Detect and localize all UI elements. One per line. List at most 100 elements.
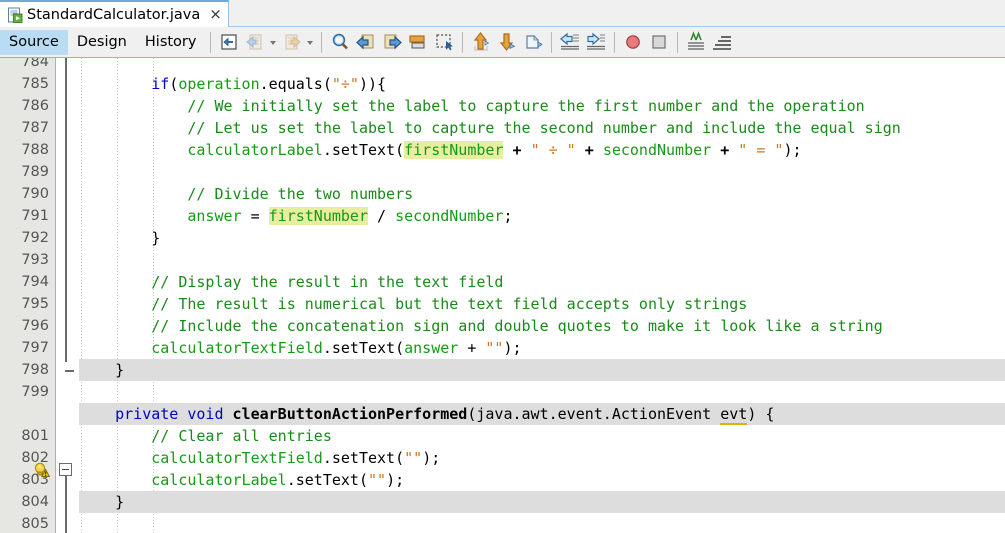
code-line[interactable] (79, 58, 1005, 73)
line-number[interactable]: 793 (21, 249, 49, 271)
tab-standardcalculator-java[interactable]: StandardCalculator.java × (0, 0, 229, 27)
back-dropdown-icon[interactable] (268, 30, 279, 54)
line-number[interactable]: 787 (21, 117, 49, 139)
code-line[interactable]: // Include the concatenation sign and do… (79, 315, 1005, 337)
code-line[interactable]: calculatorTextField.setText(""); (79, 447, 1005, 469)
line-number[interactable]: 790 (21, 183, 49, 205)
shift-line-right-icon[interactable] (584, 30, 608, 54)
line-number[interactable]: 805 (21, 513, 49, 533)
code-token: + (458, 339, 486, 357)
previous-bookmark-icon[interactable] (354, 30, 378, 54)
code-token: void (187, 405, 224, 423)
code-line[interactable]: // Divide the two numbers (79, 183, 1005, 205)
line-number[interactable]: 795 (21, 293, 49, 315)
toggle-highlight-icon[interactable] (521, 30, 545, 54)
line-number[interactable]: 785 (21, 73, 49, 95)
find-selection-icon[interactable] (328, 30, 352, 54)
stop-macro-recording-icon[interactable] (647, 30, 671, 54)
toggle-rectangular-selection-icon[interactable] (432, 30, 456, 54)
code-line[interactable]: calculatorLabel.setText(""); (79, 469, 1005, 491)
code-line[interactable]: // We initially set the label to capture… (79, 95, 1005, 117)
format-indent-icon[interactable] (710, 30, 734, 54)
lightbulb-warning-icon[interactable] (33, 462, 51, 478)
forward-dropdown-icon[interactable] (305, 30, 316, 54)
inspect-icon[interactable] (684, 30, 708, 54)
code-token: calculatorLabel (151, 471, 287, 489)
code-line[interactable]: calculatorLabel.setText(firstNumber + " … (79, 139, 1005, 161)
tab-design[interactable]: Design (68, 30, 136, 55)
code-fold-column[interactable] (57, 58, 79, 533)
code-line[interactable]: } (79, 359, 1005, 381)
line-number[interactable]: 791 (21, 205, 49, 227)
start-macro-recording-icon[interactable] (621, 30, 645, 54)
last-edit-icon[interactable] (217, 30, 241, 54)
code-line[interactable]: answer = firstNumber / secondNumber; (79, 205, 1005, 227)
line-number[interactable]: 801 (21, 425, 49, 447)
code-line[interactable] (79, 249, 1005, 271)
code-token: secondNumber (395, 207, 504, 225)
line-number[interactable]: 796 (21, 315, 49, 337)
line-number[interactable]: 784 (21, 58, 49, 73)
code-token: if (151, 75, 170, 93)
code-token: // Let us set the label to capture the s… (187, 119, 901, 137)
tab-history[interactable]: History (136, 30, 206, 55)
code-token: // We initially set the label to capture… (187, 97, 865, 115)
code-token: "÷" (331, 75, 359, 93)
code-token: // Divide the two numbers (187, 185, 414, 203)
line-number[interactable]: 799 (21, 381, 49, 403)
code-token: " ÷ " (530, 141, 576, 159)
code-editor[interactable]: 784 785 786 787 788 789 790 791 792 793 794 795 796 7… (0, 58, 1005, 533)
line-number[interactable]: 788 (21, 139, 49, 161)
code-line[interactable] (79, 381, 1005, 403)
comment-icon[interactable] (469, 30, 493, 54)
code-token: "" (404, 449, 423, 467)
fold-end-upper (65, 370, 74, 372)
line-number[interactable]: 792 (21, 227, 49, 249)
code-token: = (241, 207, 269, 225)
code-token: + (584, 141, 594, 159)
code-line[interactable]: // Let us set the label to capture the s… (79, 117, 1005, 139)
toggle-bookmark-icon[interactable] (406, 30, 430, 54)
line-number[interactable]: 804 (21, 491, 49, 513)
code-line[interactable] (79, 513, 1005, 533)
toolbar-separator (614, 31, 616, 53)
line-number[interactable]: 794 (21, 271, 49, 293)
code-line[interactable]: // Clear all entries (79, 425, 1005, 447)
code-token: ); (386, 471, 405, 489)
editor-tab-bar: StandardCalculator.java × (0, 0, 1005, 27)
close-icon[interactable]: × (209, 7, 222, 22)
code-token: firstNumber (404, 141, 504, 159)
code-line[interactable]: private void clearButtonActionPerformed(… (79, 403, 1005, 425)
code-token: / (368, 207, 396, 225)
code-token: . (322, 449, 332, 467)
line-number[interactable]: 789 (21, 161, 49, 183)
code-text-area[interactable]: if(operation.equals("÷")){ // We initial… (79, 58, 1005, 533)
code-token: } (79, 361, 125, 379)
tab-source[interactable]: Source (0, 29, 68, 55)
forward-icon[interactable] (280, 30, 304, 54)
line-number[interactable]: 786 (21, 95, 49, 117)
code-line[interactable]: } (79, 491, 1005, 513)
fold-toggle-collapse[interactable] (59, 463, 72, 476)
line-number[interactable]: 797 (21, 337, 49, 359)
code-line[interactable]: // The result is numerical but the text … (79, 293, 1005, 315)
back-icon[interactable] (243, 30, 267, 54)
code-token: evt (720, 405, 748, 425)
code-token: ( (322, 75, 332, 93)
shift-line-left-icon[interactable] (558, 30, 582, 54)
uncomment-icon[interactable] (495, 30, 519, 54)
code-line[interactable]: calculatorTextField.setText(answer + "")… (79, 337, 1005, 359)
next-bookmark-icon[interactable] (380, 30, 404, 54)
code-line[interactable]: if(operation.equals("÷")){ (79, 73, 1005, 95)
code-line[interactable]: // Display the result in the text field (79, 271, 1005, 293)
code-line[interactable] (79, 161, 1005, 183)
code-line[interactable]: } (79, 227, 1005, 249)
line-number[interactable]: 798 (21, 359, 49, 381)
